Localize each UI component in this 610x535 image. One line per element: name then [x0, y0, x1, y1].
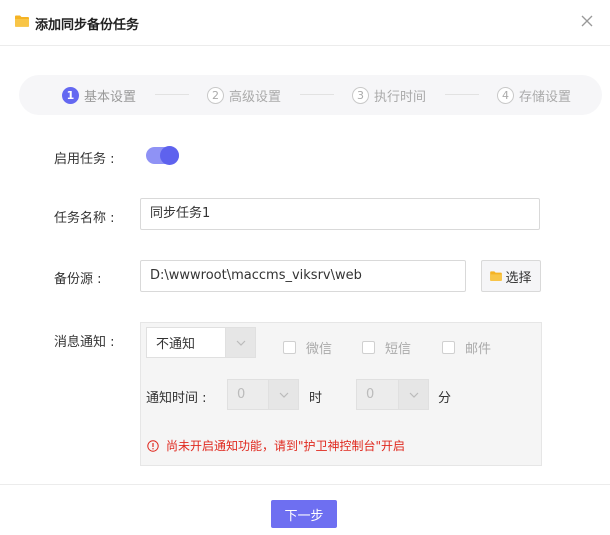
- step-basic-settings[interactable]: 1 基本设置: [62, 86, 137, 105]
- step-divider: [155, 94, 189, 95]
- step-execution-time[interactable]: 3 执行时间: [352, 86, 427, 105]
- close-icon[interactable]: [578, 12, 596, 30]
- notify-minute-value: 0: [366, 387, 375, 402]
- steps-bar: 1 基本设置 2 高级设置 3 执行时间 4 存储设置: [19, 75, 602, 115]
- step-divider: [300, 94, 334, 95]
- checkbox-box: [362, 341, 375, 354]
- email-checkbox[interactable]: 邮件: [442, 338, 491, 357]
- select-folder-button[interactable]: 选择: [481, 260, 541, 292]
- hour-unit: 时: [309, 391, 323, 406]
- task-name-label: 任务名称 :: [54, 211, 115, 226]
- step-storage-settings[interactable]: 4 存储设置: [497, 86, 572, 105]
- notify-method-value: 不通知: [156, 337, 196, 352]
- warning-text: 尚未开启通知功能，请到"护卫神控制台"开启: [166, 439, 406, 453]
- notify-hour-value: 0: [237, 387, 246, 402]
- dialog-title: 添加同步备份任务: [35, 18, 140, 33]
- step-label: 执行时间: [374, 89, 427, 105]
- step-label: 基本设置: [84, 89, 137, 105]
- backup-source-input[interactable]: D:\wwwroot\maccms_viksrv\web: [140, 260, 466, 292]
- task-name-input[interactable]: 同步任务1: [140, 198, 540, 230]
- checkbox-box: [283, 341, 296, 354]
- dialog-header: 添加同步备份任务: [0, 0, 610, 46]
- notify-hour-select[interactable]: 0: [227, 379, 299, 410]
- toggle-knob: [160, 146, 179, 165]
- step-label: 高级设置: [229, 89, 282, 105]
- checkbox-label: 微信: [306, 342, 333, 357]
- step-number: 1: [62, 86, 79, 104]
- notify-minute-select[interactable]: 0: [356, 379, 429, 410]
- enable-task-label: 启用任务 :: [54, 152, 115, 167]
- chevron-down-icon: [225, 328, 255, 357]
- select-button-label: 选择: [505, 270, 532, 286]
- folder-icon: [15, 15, 29, 27]
- step-label: 存储设置: [519, 89, 572, 105]
- enable-task-toggle[interactable]: [146, 146, 179, 165]
- notify-method-select[interactable]: 不通知: [146, 327, 256, 358]
- notify-time-label: 通知时间 :: [146, 391, 207, 406]
- sms-checkbox[interactable]: 短信: [362, 338, 411, 357]
- chevron-down-icon: [268, 380, 298, 409]
- step-number: 2: [207, 86, 224, 104]
- warning-icon: [147, 439, 159, 452]
- step-divider: [445, 94, 479, 95]
- step-number: 4: [497, 86, 514, 104]
- checkbox-box: [442, 341, 455, 354]
- notify-warning: 尚未开启通知功能，请到"护卫神控制台"开启: [147, 437, 405, 454]
- checkbox-label: 短信: [385, 342, 412, 357]
- step-advanced-settings[interactable]: 2 高级设置: [207, 86, 282, 105]
- add-sync-backup-dialog: 添加同步备份任务 1 基本设置 2 高级设置 3 执行时间 4 存储设置 启用任…: [0, 0, 610, 535]
- wechat-checkbox[interactable]: 微信: [283, 338, 332, 357]
- next-step-button[interactable]: 下一步: [271, 500, 337, 528]
- step-number: 3: [352, 86, 369, 104]
- checkbox-label: 邮件: [465, 342, 492, 357]
- backup-source-label: 备份源 :: [54, 272, 102, 287]
- minute-unit: 分: [438, 391, 452, 406]
- folder-icon: [490, 271, 503, 281]
- notify-label: 消息通知 :: [54, 335, 115, 350]
- chevron-down-icon: [398, 380, 428, 409]
